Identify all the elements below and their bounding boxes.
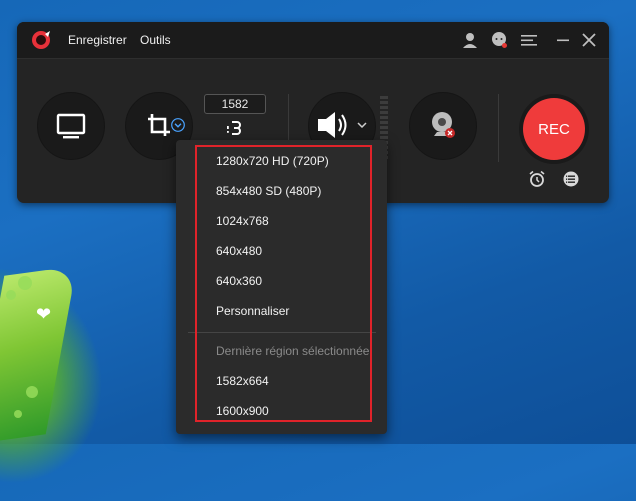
wallpaper-bubble bbox=[18, 276, 32, 290]
wallpaper-bubble bbox=[6, 290, 16, 300]
wallpaper-bubble bbox=[14, 410, 22, 418]
wallpaper-bubble bbox=[26, 386, 38, 398]
alarm-clock-icon[interactable] bbox=[528, 170, 546, 188]
rec-label: REC bbox=[523, 98, 585, 160]
chevron-down-icon[interactable] bbox=[356, 120, 368, 130]
full-screen-button[interactable] bbox=[37, 92, 105, 160]
highlight-annotation-box bbox=[195, 145, 372, 422]
chain-link-icon[interactable] bbox=[225, 119, 241, 139]
menu-outils[interactable]: Outils bbox=[140, 33, 171, 47]
chat-support-icon[interactable] bbox=[490, 31, 508, 49]
webcam-button[interactable] bbox=[409, 92, 477, 160]
app-logo-icon bbox=[32, 31, 50, 49]
region-dropdown-icon[interactable] bbox=[171, 118, 185, 132]
close-icon[interactable] bbox=[580, 31, 598, 49]
resolution-width-field[interactable]: 1582 bbox=[204, 94, 266, 114]
minimize-icon[interactable] bbox=[554, 31, 572, 49]
menu-enregistrer[interactable]: Enregistrer bbox=[68, 33, 127, 47]
title-bar: Enregistrer Outils bbox=[17, 22, 609, 59]
menu-icon[interactable] bbox=[520, 31, 538, 49]
account-icon[interactable] bbox=[461, 31, 479, 49]
monitor-icon bbox=[56, 113, 86, 139]
task-list-icon[interactable] bbox=[562, 170, 580, 188]
butterfly-icon: ❤ bbox=[36, 304, 52, 324]
toolbar-divider bbox=[498, 94, 499, 162]
webcam-icon bbox=[432, 112, 455, 138]
rec-button[interactable]: REC bbox=[519, 94, 589, 164]
